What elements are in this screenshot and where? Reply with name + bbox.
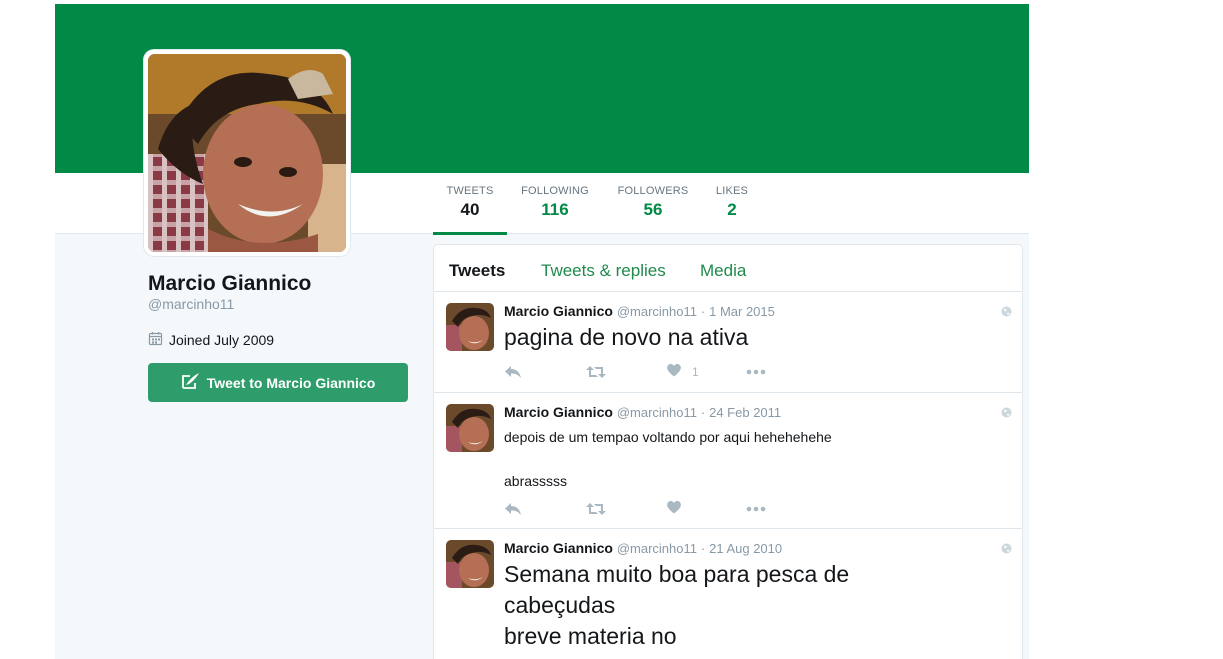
reply-icon[interactable]: [504, 502, 586, 516]
calendar-icon: [148, 331, 163, 349]
stat-value: 2: [727, 200, 737, 219]
tweet-header: Marcio Giannico @marcinho11 · 1 Mar 2015: [504, 303, 775, 319]
tweet-author-name[interactable]: Marcio Giannico: [504, 540, 613, 556]
tweet-text: Semana muito boa para pesca de cabeçudas…: [504, 559, 849, 652]
compose-icon: [181, 372, 201, 393]
tweet-text: depois de um tempao voltando por aqui he…: [504, 426, 832, 492]
tab-tweets[interactable]: Tweets: [449, 261, 505, 281]
stat-label: FOLLOWING: [521, 185, 589, 197]
tweet-separator: ·: [700, 304, 706, 319]
tweet-separator: ·: [700, 405, 706, 420]
tweet[interactable]: Marcio Giannico @marcinho11 · 1 Mar 2015…: [434, 292, 1022, 393]
more-icon[interactable]: [746, 369, 766, 375]
globe-icon: [1001, 541, 1012, 554]
timeline: Tweets Tweets & replies Media Marcio Gia…: [433, 244, 1023, 659]
tweet-date[interactable]: 24 Feb 2011: [709, 405, 781, 420]
stat-tweets[interactable]: TWEETS 40: [433, 185, 507, 235]
tweet-text-line: abrasssss: [504, 473, 568, 489]
tweet-author-handle[interactable]: @marcinho11: [617, 405, 697, 420]
joined-info: Joined July 2009: [148, 331, 274, 349]
stat-likes[interactable]: LIKES 2: [712, 185, 752, 232]
stat-value: 116: [541, 200, 569, 219]
stat-label: LIKES: [715, 185, 749, 197]
tweet-to-button[interactable]: Tweet to Marcio Giannico: [148, 363, 408, 402]
like-action[interactable]: [666, 500, 746, 517]
heart-icon[interactable]: [666, 363, 682, 380]
like-action[interactable]: 1: [666, 363, 746, 380]
tab-tweets-replies[interactable]: Tweets & replies: [541, 261, 666, 281]
stat-label: FOLLOWERS: [617, 185, 689, 197]
tweet-avatar[interactable]: [446, 540, 494, 588]
tweet-text-line: depois de um tempao voltando por aqui he…: [504, 429, 832, 445]
heart-icon[interactable]: [666, 500, 682, 517]
tweet-author-handle[interactable]: @marcinho11: [617, 304, 697, 319]
stat-label: TWEETS: [446, 185, 494, 197]
profile-avatar-frame: [144, 50, 350, 256]
tweet-author-name[interactable]: Marcio Giannico: [504, 404, 613, 420]
retweet-icon[interactable]: [586, 502, 666, 516]
tweet-text: pagina de novo na ativa: [504, 324, 749, 350]
tweet-text-line: breve materia no: [504, 623, 677, 649]
tweet-avatar[interactable]: [446, 303, 494, 351]
more-icon[interactable]: [746, 506, 766, 512]
reply-icon[interactable]: [504, 365, 586, 379]
profile-name[interactable]: Marcio Giannico: [148, 272, 311, 296]
tweet-date[interactable]: 1 Mar 2015: [709, 304, 775, 319]
joined-text: Joined July 2009: [169, 332, 275, 348]
stat-value: 56: [643, 200, 663, 219]
tweet-avatar[interactable]: [446, 404, 494, 452]
tweet-author-name[interactable]: Marcio Giannico: [504, 303, 613, 319]
tweet-actions: 1: [504, 363, 766, 380]
stat-value: 40: [460, 200, 480, 219]
globe-icon: [1001, 405, 1012, 418]
tweet-text-line: Semana muito boa para pesca de: [504, 561, 850, 587]
profile-avatar[interactable]: [148, 54, 346, 252]
tweet-date[interactable]: 21 Aug 2010: [709, 541, 782, 556]
stat-following[interactable]: FOLLOWING 116: [517, 185, 593, 232]
profile-handle[interactable]: @marcinho11: [148, 296, 234, 312]
tweet-text-line: [504, 448, 832, 470]
tweet-separator: ·: [700, 541, 706, 556]
globe-icon: [1001, 304, 1012, 317]
tweet-actions: [504, 500, 766, 517]
retweet-icon[interactable]: [586, 365, 666, 379]
profile-page: TWEETS 40 FOLLOWING 116 FOLLOWERS 56 LIK…: [55, 4, 1029, 659]
tweet-header: Marcio Giannico @marcinho11 · 21 Aug 201…: [504, 540, 782, 556]
tweet[interactable]: Marcio Giannico @marcinho11 · 24 Feb 201…: [434, 393, 1022, 529]
tab-media[interactable]: Media: [700, 261, 746, 281]
timeline-tabs: Tweets Tweets & replies Media: [434, 245, 1022, 292]
tweet-to-label: Tweet to Marcio Giannico: [206, 374, 376, 391]
tweet[interactable]: Marcio Giannico @marcinho11 · 21 Aug 201…: [434, 529, 1022, 659]
stat-followers[interactable]: FOLLOWERS 56: [615, 185, 691, 232]
tweet-header: Marcio Giannico @marcinho11 · 24 Feb 201…: [504, 404, 781, 420]
tweet-author-handle[interactable]: @marcinho11: [617, 541, 697, 556]
like-count: 1: [692, 364, 699, 379]
tweet-text-line: cabeçudas: [504, 592, 616, 618]
